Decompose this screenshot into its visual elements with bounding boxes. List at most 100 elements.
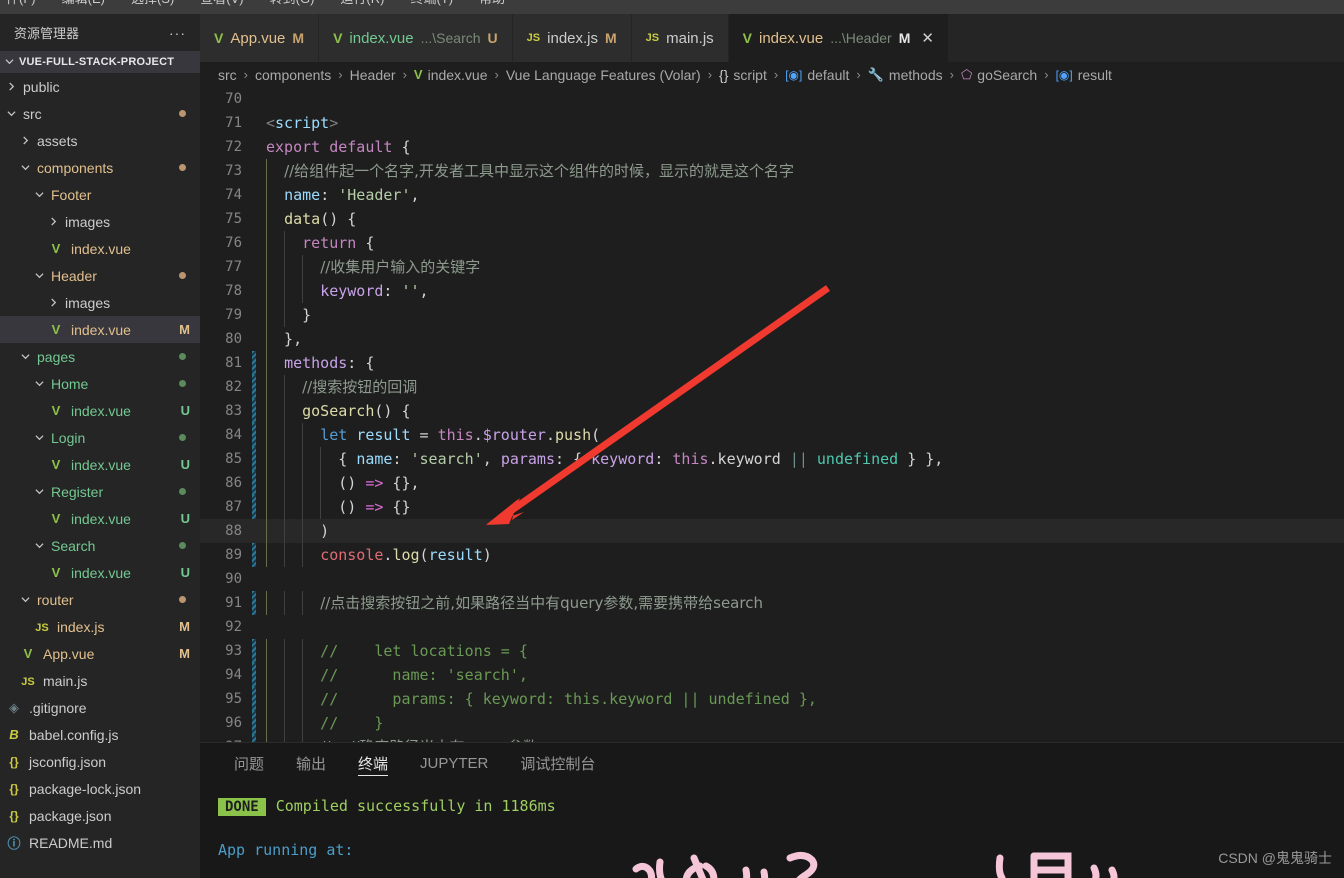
tree-item-pages[interactable]: pages: [0, 343, 200, 370]
chevron-right-icon[interactable]: [46, 297, 60, 308]
tree-item-readme-md[interactable]: ⓘ README.md: [0, 829, 200, 856]
panel-tab-3[interactable]: JUPYTER: [404, 743, 504, 783]
breadcrumb-item-src[interactable]: src: [218, 67, 237, 83]
chevron-right-icon[interactable]: [46, 216, 60, 227]
code-line-94[interactable]: 94 // name: 'search',: [200, 663, 1344, 687]
menu-item-4[interactable]: 转到(G): [270, 0, 315, 5]
code-editor[interactable]: 70 71 <script> 72 export default {73 //给组件起一…: [200, 87, 1344, 742]
breadcrumb-item-header[interactable]: Header: [350, 67, 396, 83]
tree-item-package-lock-json[interactable]: {} package-lock.json: [0, 775, 200, 802]
editor-tab-4[interactable]: Vindex.vue ...\Header M ✕: [728, 14, 949, 62]
panel-tab-4[interactable]: 调试控制台: [504, 743, 611, 783]
code-line-86[interactable]: 86 () => {},: [200, 471, 1344, 495]
tree-item-images[interactable]: images: [0, 208, 200, 235]
menu-item-3[interactable]: 查看(V): [200, 0, 243, 5]
menu-item-1[interactable]: 编辑(E): [62, 0, 105, 5]
breadcrumb-item-vue-language-features--volar-[interactable]: Vue Language Features (Volar): [506, 67, 701, 83]
menu-item-5[interactable]: 运行(R): [340, 0, 384, 5]
project-root-row[interactable]: VUE-FULL-STACK-PROJECT: [0, 51, 200, 73]
close-icon[interactable]: ✕: [921, 29, 934, 47]
code-line-84[interactable]: 84 let result = this.$router.push(: [200, 423, 1344, 447]
tree-item-index-vue[interactable]: Vindex.vue: [0, 235, 200, 262]
chevron-down-icon[interactable]: [32, 486, 46, 497]
tree-item-babel-config-js[interactable]: Bbabel.config.js: [0, 721, 200, 748]
editor-tab-2[interactable]: JS index.js M: [512, 14, 632, 62]
code-line-77[interactable]: 77 //收集用户输入的关键字: [200, 255, 1344, 279]
code-line-96[interactable]: 96 // }: [200, 711, 1344, 735]
tree-item-assets[interactable]: assets: [0, 127, 200, 154]
tree-item-login[interactable]: Login: [0, 424, 200, 451]
code-line-91[interactable]: 91 //点击搜索按钮之前,如果路径当中有query参数,需要携带给search: [200, 591, 1344, 615]
menu-items[interactable]: 件(F) 编辑(E) 选择(S) 查看(V) 转到(G) 运行(R) 终端(T) 帮助: [0, 0, 1344, 5]
tree-item-index-vue[interactable]: Vindex.vue M: [0, 316, 200, 343]
tree-item-index-js[interactable]: JS index.js M: [0, 613, 200, 640]
code-line-81[interactable]: 81 methods: {: [200, 351, 1344, 375]
terminal-output[interactable]: DONE Compiled successfully in 1186ms App …: [200, 783, 1344, 859]
menu-item-2[interactable]: 选择(S): [131, 0, 174, 5]
code-line-93[interactable]: 93 // let locations = {: [200, 639, 1344, 663]
code-line-70[interactable]: 70: [200, 87, 1344, 111]
chevron-right-icon[interactable]: [18, 135, 32, 146]
code-line-71[interactable]: 71 <script>: [200, 111, 1344, 135]
tree-item-main-js[interactable]: JS main.js: [0, 667, 200, 694]
code-line-78[interactable]: 78 keyword: '',: [200, 279, 1344, 303]
tree-item-index-vue[interactable]: Vindex.vue U: [0, 559, 200, 586]
chevron-down-icon[interactable]: [18, 351, 32, 362]
chevron-down-icon[interactable]: [18, 594, 32, 605]
tree-item-app-vue[interactable]: V App.vue M: [0, 640, 200, 667]
chevron-down-icon[interactable]: [18, 162, 32, 173]
tree-item-index-vue[interactable]: Vindex.vue U: [0, 505, 200, 532]
menu-item-6[interactable]: 终端(T): [410, 0, 453, 5]
code-line-83[interactable]: 83 goSearch() {: [200, 399, 1344, 423]
code-line-89[interactable]: 89 console.log(result): [200, 543, 1344, 567]
more-actions-icon[interactable]: ···: [169, 25, 186, 41]
breadcrumb-item-components[interactable]: components: [255, 67, 331, 83]
tree-item-src[interactable]: src: [0, 100, 200, 127]
code-line-87[interactable]: 87 () => {}: [200, 495, 1344, 519]
code-line-79[interactable]: 79 }: [200, 303, 1344, 327]
chevron-down-icon[interactable]: [32, 189, 46, 200]
panel-tab-0[interactable]: 问题: [218, 743, 280, 783]
tree-item--gitignore[interactable]: ◈ .gitignore: [0, 694, 200, 721]
tree-item-components[interactable]: components: [0, 154, 200, 181]
code-line-95[interactable]: 95 // params: { keyword: this.keyword ||…: [200, 687, 1344, 711]
panel-tab-2[interactable]: 终端: [342, 743, 404, 783]
tree-item-index-vue[interactable]: Vindex.vue U: [0, 451, 200, 478]
tree-item-footer[interactable]: Footer: [0, 181, 200, 208]
code-line-74[interactable]: 74 name: 'Header',: [200, 183, 1344, 207]
code-line-88[interactable]: 88 ): [200, 519, 1344, 543]
tree-item-search[interactable]: Search: [0, 532, 200, 559]
editor-tab-1[interactable]: Vindex.vue ...\Search U: [319, 14, 513, 62]
code-line-90[interactable]: 90: [200, 567, 1344, 591]
breadcrumb-item-result[interactable]: [◉] result: [1056, 67, 1112, 83]
code-line-75[interactable]: 75 data() {: [200, 207, 1344, 231]
code-line-73[interactable]: 73 //给组件起一个名字,开发者工具中显示这个组件的时候，显示的就是这个名字: [200, 159, 1344, 183]
editor-tab-0[interactable]: V App.vue M: [200, 14, 320, 62]
breadcrumb-item-gosearch[interactable]: ⬠ goSearch: [961, 67, 1037, 83]
menu-item-7[interactable]: 帮助: [479, 0, 505, 5]
tree-item-router[interactable]: router: [0, 586, 200, 613]
breadcrumb-item-default[interactable]: [◉] default: [785, 67, 849, 83]
breadcrumb-item-methods[interactable]: 🔧 methods: [868, 67, 943, 83]
editor-tab-3[interactable]: JS main.js: [631, 14, 729, 62]
tree-item-package-json[interactable]: {} package.json: [0, 802, 200, 829]
code-line-82[interactable]: 82 //搜索按钮的回调: [200, 375, 1344, 399]
tree-item-images[interactable]: images: [0, 289, 200, 316]
menu-item-0[interactable]: 件(F): [6, 0, 36, 5]
tree-item-home[interactable]: Home: [0, 370, 200, 397]
code-lines[interactable]: 70 71 <script> 72 export default {73 //给组件起一…: [200, 87, 1344, 742]
code-line-97[interactable]: 97 // //确定路径当中有query参数: [200, 735, 1344, 742]
tree-item-index-vue[interactable]: Vindex.vue U: [0, 397, 200, 424]
chevron-down-icon[interactable]: [4, 108, 18, 119]
code-line-85[interactable]: 85 { name: 'search', params: { keyword: …: [200, 447, 1344, 471]
breadcrumb-item-index-vue[interactable]: Vindex.vue: [414, 67, 488, 83]
code-line-76[interactable]: 76 return {: [200, 231, 1344, 255]
chevron-down-icon[interactable]: [32, 270, 46, 281]
code-line-92[interactable]: 92: [200, 615, 1344, 639]
tree-item-register[interactable]: Register: [0, 478, 200, 505]
chevron-down-icon[interactable]: [32, 540, 46, 551]
chevron-down-icon[interactable]: [32, 378, 46, 389]
tree-item-jsconfig-json[interactable]: {} jsconfig.json: [0, 748, 200, 775]
code-line-80[interactable]: 80 },: [200, 327, 1344, 351]
chevron-down-icon[interactable]: [32, 432, 46, 443]
